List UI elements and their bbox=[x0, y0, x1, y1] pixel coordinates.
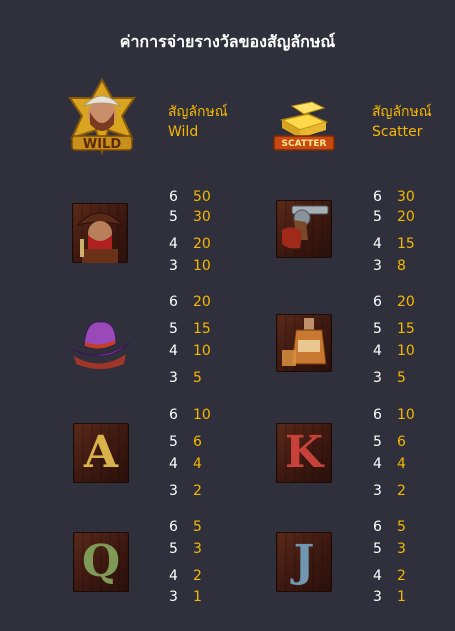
bandit-icon bbox=[72, 203, 128, 263]
page-title: ค่าการจ่ายรางวัลของสัญลักษณ์ bbox=[119, 32, 336, 51]
scatter-label: สัญลักษณ์ bbox=[372, 104, 432, 120]
revolver-icon bbox=[276, 200, 332, 258]
scatter-name: Scatter bbox=[372, 124, 423, 140]
wild-name: Wild bbox=[168, 124, 199, 140]
letter-k-icon: K bbox=[276, 423, 332, 483]
letter-a-icon: A bbox=[73, 423, 129, 483]
cowboy-hat-icon bbox=[68, 312, 132, 372]
letter-q-icon: Q bbox=[73, 532, 129, 592]
letter-j-icon: J bbox=[276, 532, 332, 592]
wild-badge-text: WILD bbox=[82, 137, 122, 152]
scatter-badge-text: SCATTER bbox=[281, 139, 327, 149]
whiskey-bottle-icon bbox=[276, 314, 332, 372]
wild-label: สัญลักษณ์ bbox=[168, 104, 228, 120]
